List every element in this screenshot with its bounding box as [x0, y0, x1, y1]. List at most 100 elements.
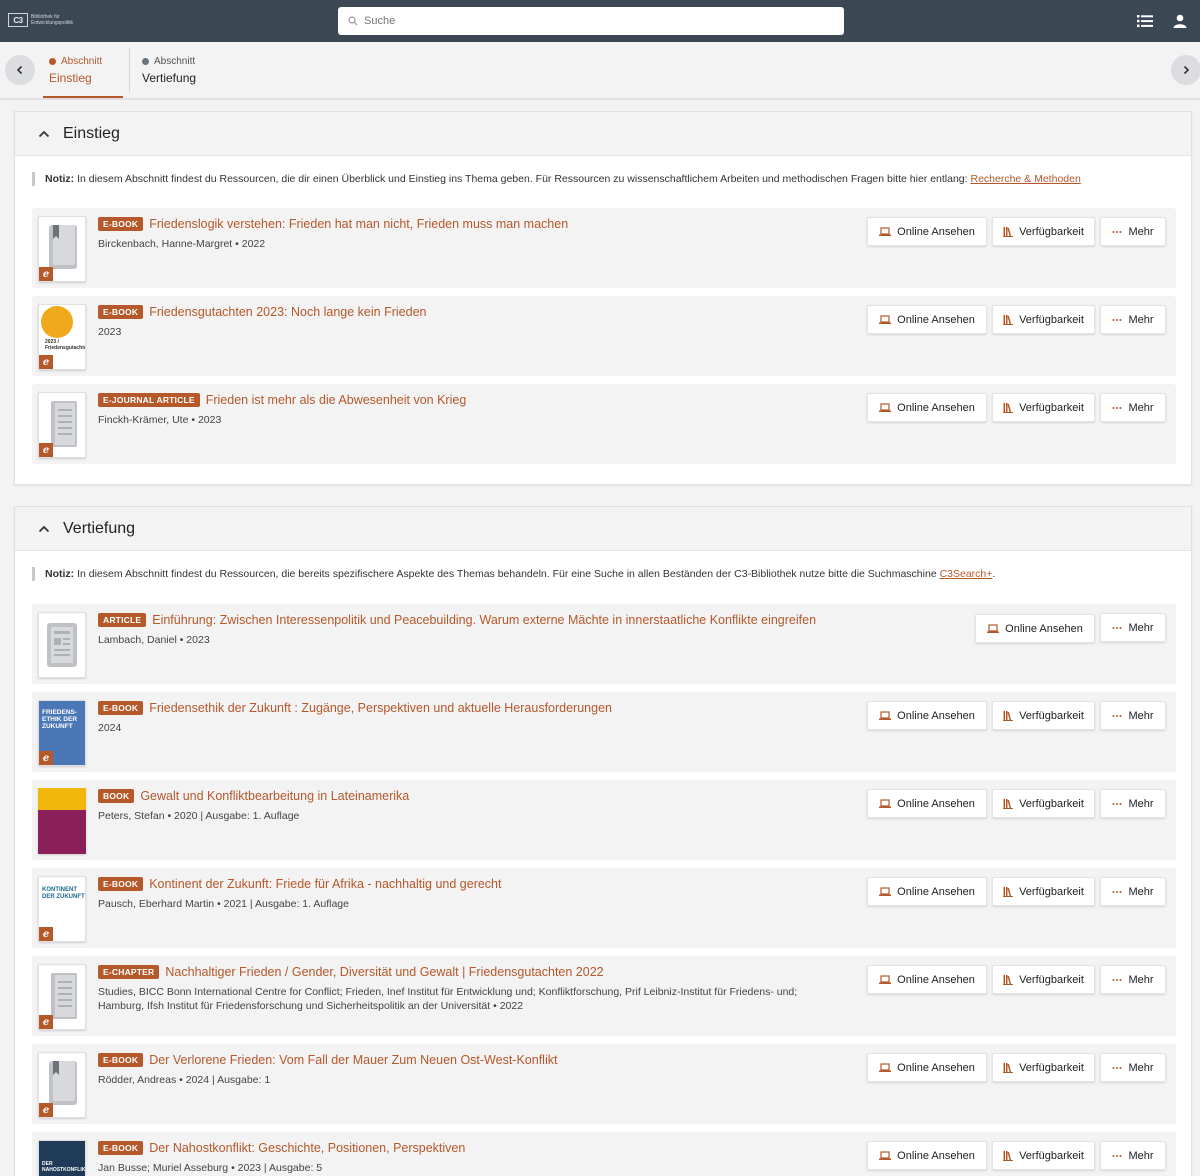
list-item: e E-BOOK Der Verlorene Frieden: Vom Fall…: [32, 1044, 1176, 1124]
more-button[interactable]: Mehr: [1100, 1053, 1166, 1082]
more-button[interactable]: Mehr: [1100, 701, 1166, 730]
online-view-button[interactable]: Online Ansehen: [867, 305, 987, 334]
search-box[interactable]: [338, 7, 844, 35]
button-label: Online Ansehen: [897, 709, 975, 722]
more-dots-icon: [1112, 318, 1122, 321]
more-button[interactable]: Mehr: [1100, 305, 1166, 334]
online-view-button[interactable]: Online Ansehen: [867, 393, 987, 422]
more-button[interactable]: Mehr: [1100, 393, 1166, 422]
chevron-up-icon[interactable]: [37, 522, 51, 536]
item-title-link[interactable]: Einführung: Zwischen Interessenpolitik u…: [152, 613, 816, 627]
laptop-icon: [879, 402, 892, 412]
chevron-up-icon[interactable]: [37, 127, 51, 141]
list-item: e E-JOURNAL ARTICLE Frieden ist mehr als…: [32, 384, 1176, 464]
item-title-link[interactable]: Nachhaltiger Frieden / Gender, Diversitä…: [165, 965, 603, 979]
article-icon: [47, 623, 77, 667]
search-input[interactable]: [364, 15, 824, 27]
book-cover[interactable]: KONTINENT DER ZUKUNFT e: [38, 876, 86, 942]
button-label: Verfügbarkeit: [1019, 225, 1084, 238]
more-button[interactable]: Mehr: [1100, 965, 1166, 994]
button-label: Online Ansehen: [1005, 622, 1083, 635]
book-cover[interactable]: 2023 / Friedensgutachten e: [38, 304, 86, 370]
availability-button[interactable]: Verfügbarkeit: [992, 965, 1095, 994]
availability-button[interactable]: Verfügbarkeit: [992, 217, 1095, 246]
item-title-link[interactable]: Kontinent der Zukunft: Friede für Afrika…: [149, 877, 501, 891]
button-label: Online Ansehen: [897, 313, 975, 326]
logo-mark: C3: [8, 13, 28, 27]
cover-band: [38, 788, 86, 810]
top-bar: C3 Bibliothek für Entwicklungspolitik: [0, 0, 1200, 42]
book-cover[interactable]: DER NAHOSTKONFLIKT: [38, 1140, 86, 1176]
more-button[interactable]: Mehr: [1100, 613, 1166, 642]
online-view-button[interactable]: Online Ansehen: [975, 614, 1095, 643]
e-resource-icon: e: [39, 443, 53, 457]
more-dots-icon: [1112, 978, 1122, 981]
chevron-left-icon: [16, 65, 23, 75]
online-view-button[interactable]: Online Ansehen: [867, 789, 987, 818]
logo[interactable]: C3 Bibliothek für Entwicklungspolitik: [8, 13, 73, 27]
article-cover-placeholder[interactable]: e: [38, 392, 86, 458]
article-cover-placeholder[interactable]: [38, 612, 86, 678]
button-label: Mehr: [1128, 885, 1154, 898]
laptop-icon: [879, 974, 892, 984]
item-title-link[interactable]: Der Verlorene Frieden: Vom Fall der Maue…: [149, 1053, 557, 1067]
section-vertiefung: Vertiefung Notiz: In diesem Abschnitt fi…: [14, 506, 1192, 1176]
list-item: e E-CHAPTER Nachhaltiger Frieden / Gende…: [32, 956, 1176, 1036]
library-icon: [1003, 403, 1014, 413]
item-authors: Jan Busse; Muriel Asseburg • 2023 | Ausg…: [98, 1162, 323, 1174]
user-icon[interactable]: [1170, 11, 1190, 31]
availability-button[interactable]: Verfügbarkeit: [992, 393, 1095, 422]
online-view-button[interactable]: Online Ansehen: [867, 1053, 987, 1082]
library-icon: [1003, 711, 1014, 721]
book-cover[interactable]: [38, 788, 86, 854]
online-view-button[interactable]: Online Ansehen: [867, 701, 987, 730]
availability-button[interactable]: Verfügbarkeit: [992, 877, 1095, 906]
prev-section-button[interactable]: [5, 55, 35, 85]
tab-einstieg[interactable]: Abschnitt Einstieg: [43, 52, 123, 98]
button-label: Mehr: [1128, 621, 1154, 634]
book-cover-placeholder[interactable]: e: [38, 216, 86, 282]
online-view-button[interactable]: Online Ansehen: [867, 1141, 987, 1170]
note-link[interactable]: Recherche & Methoden: [970, 173, 1080, 185]
book-cover[interactable]: FRIEDENS- ETHIK DER ZUKUNFT e: [38, 700, 86, 766]
more-button[interactable]: Mehr: [1100, 789, 1166, 818]
online-view-button[interactable]: Online Ansehen: [867, 877, 987, 906]
more-button[interactable]: Mehr: [1100, 877, 1166, 906]
availability-button[interactable]: Verfügbarkeit: [992, 701, 1095, 730]
chapter-cover-placeholder[interactable]: e: [38, 964, 86, 1030]
item-title-link[interactable]: Gewalt und Konfliktbearbeitung in Latein…: [140, 789, 409, 803]
more-dots-icon: [1112, 230, 1122, 233]
more-button[interactable]: Mehr: [1100, 1141, 1166, 1170]
search-icon: [348, 16, 358, 26]
availability-button[interactable]: Verfügbarkeit: [992, 789, 1095, 818]
note-link[interactable]: C3Search+: [940, 568, 993, 580]
section-header[interactable]: Einstieg: [15, 112, 1191, 156]
item-title-link[interactable]: Frieden ist mehr als die Abwesenheit von…: [206, 393, 467, 407]
item-title-link[interactable]: Friedensethik der Zukunft : Zugänge, Per…: [149, 701, 612, 715]
item-title-link[interactable]: Friedenslogik verstehen: Frieden hat man…: [149, 217, 568, 231]
section-header[interactable]: Vertiefung: [15, 507, 1191, 551]
section-note: Notiz: In diesem Abschnitt findest du Re…: [32, 172, 1191, 186]
next-section-button[interactable]: [1171, 55, 1200, 85]
section-title: Einstieg: [63, 124, 120, 142]
availability-button[interactable]: Verfügbarkeit: [992, 1053, 1095, 1082]
list-view-icon[interactable]: [1135, 11, 1155, 31]
online-view-button[interactable]: Online Ansehen: [867, 965, 987, 994]
button-label: Mehr: [1128, 1061, 1154, 1074]
item-title-link[interactable]: Der Nahostkonflikt: Geschichte, Position…: [149, 1141, 465, 1155]
list-item: DER NAHOSTKONFLIKT E-BOOK Der Nahostkonf…: [32, 1132, 1176, 1176]
button-label: Online Ansehen: [897, 225, 975, 238]
availability-button[interactable]: Verfügbarkeit: [992, 305, 1095, 334]
section-einstieg: Einstieg Notiz: In diesem Abschnitt find…: [14, 111, 1192, 485]
section-note: Notiz: In diesem Abschnitt findest du Re…: [32, 567, 1191, 581]
tab-vertiefung[interactable]: Abschnitt Vertiefung: [136, 52, 216, 98]
more-button[interactable]: Mehr: [1100, 217, 1166, 246]
availability-button[interactable]: Verfügbarkeit: [992, 1141, 1095, 1170]
tab-label: Einstieg: [49, 71, 92, 85]
item-title-link[interactable]: Friedensgutachten 2023: Noch lange kein …: [149, 305, 426, 319]
item-authors: Rödder, Andreas • 2024 | Ausgabe: 1: [98, 1074, 271, 1086]
book-cover-placeholder[interactable]: e: [38, 1052, 86, 1118]
online-view-button[interactable]: Online Ansehen: [867, 217, 987, 246]
more-dots-icon: [1112, 714, 1122, 717]
tab-small-label: Abschnitt: [154, 56, 196, 67]
